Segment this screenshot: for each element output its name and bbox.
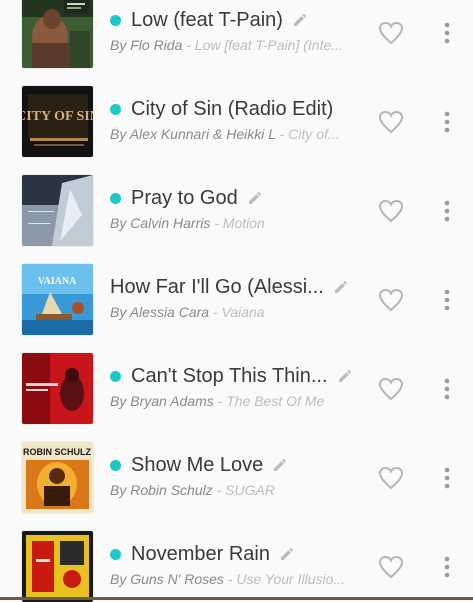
song-subtitle: By Alessia Cara - Vaiana [110, 304, 265, 320]
heart-outline-icon[interactable] [378, 466, 404, 490]
album-art-vaiana: VAIANA [22, 264, 93, 335]
art-lettering: VAIANA [38, 276, 77, 287]
now-playing-dot [110, 193, 121, 204]
heart-outline-icon[interactable] [378, 377, 404, 401]
edit-pencil-icon[interactable] [272, 457, 288, 473]
album-name: - Low [feat T-Pain] (Inte... [182, 37, 343, 53]
art-lettering: ROBIN SCHULZ [23, 447, 91, 457]
song-title: Low (feat T-Pain) [131, 9, 283, 32]
song-title: Show Me Love [131, 454, 263, 477]
album-art-pray-to-god [22, 175, 93, 246]
artist-name: By Flo Rida [110, 37, 182, 53]
album-art-sugar: ROBIN SCHULZ [22, 442, 93, 513]
edit-pencil-icon[interactable] [333, 279, 349, 295]
heart-outline-icon[interactable] [378, 199, 404, 223]
song-title: City of Sin (Radio Edit) [131, 98, 333, 121]
album-name: - The Best Of Me [214, 393, 324, 409]
now-playing-dot [110, 549, 121, 560]
more-vert-icon[interactable] [441, 21, 453, 45]
album-name: - Use Your Illusio... [224, 571, 345, 587]
more-vert-icon[interactable] [441, 110, 453, 134]
song-row[interactable]: ROBIN SCHULZ Show Me Love By Robin Schul… [0, 423, 473, 512]
song-row[interactable]: November Rain By Guns N' Roses - Use You… [0, 512, 473, 601]
album-art-best-of-me [22, 353, 93, 424]
now-playing-dot [110, 15, 121, 26]
song-subtitle: By Alex Kunnari & Heikki L - City of... [110, 126, 340, 142]
artist-name: By Guns N' Roses [110, 571, 224, 587]
edit-pencil-icon[interactable] [337, 368, 353, 384]
song-title: November Rain [131, 543, 270, 566]
edit-pencil-icon[interactable] [292, 12, 308, 28]
song-subtitle: By Calvin Harris - Motion [110, 215, 265, 231]
album-art-use-your-illusion [22, 531, 93, 602]
artist-name: By Alex Kunnari & Heikki L [110, 126, 276, 142]
art-lettering: CITY OF SIN [22, 109, 93, 124]
artist-name: By Calvin Harris [110, 215, 210, 231]
now-playing-dot [110, 104, 121, 115]
song-row[interactable]: Pray to God By Calvin Harris - Motion [0, 156, 473, 245]
song-row[interactable]: CITY OF SIN City of Sin (Radio Edit) By … [0, 67, 473, 156]
heart-outline-icon[interactable] [378, 110, 404, 134]
now-playing-dot [110, 371, 121, 382]
song-title: Can't Stop This Thin... [131, 365, 328, 388]
song-subtitle: By Flo Rida - Low [feat T-Pain] (Inte... [110, 37, 343, 53]
heart-outline-icon[interactable] [378, 555, 404, 579]
album-name: - Vaiana [209, 304, 265, 320]
song-subtitle: By Guns N' Roses - Use Your Illusio... [110, 571, 345, 587]
more-vert-icon[interactable] [441, 555, 453, 579]
song-row[interactable]: VAIANA How Far I'll Go (Alessi... By Ale… [0, 245, 473, 334]
song-list: Low (feat T-Pain) By Flo Rida - Low [fea… [0, 0, 473, 601]
album-name: - Motion [210, 215, 264, 231]
song-row[interactable]: Can't Stop This Thin... By Bryan Adams -… [0, 334, 473, 423]
song-subtitle: By Bryan Adams - The Best Of Me [110, 393, 324, 409]
album-art-city-of-sin: CITY OF SIN [22, 86, 93, 157]
song-title: Pray to God [131, 187, 238, 210]
more-vert-icon[interactable] [441, 199, 453, 223]
heart-outline-icon[interactable] [378, 288, 404, 312]
heart-outline-icon[interactable] [378, 21, 404, 45]
artist-name: By Robin Schulz [110, 482, 213, 498]
song-title: How Far I'll Go (Alessi... [110, 276, 324, 299]
edit-pencil-icon[interactable] [279, 546, 295, 562]
more-vert-icon[interactable] [441, 377, 453, 401]
album-name: - SUGAR [213, 482, 275, 498]
artist-name: By Bryan Adams [110, 393, 214, 409]
edit-pencil-icon[interactable] [247, 190, 263, 206]
more-vert-icon[interactable] [441, 466, 453, 490]
song-subtitle: By Robin Schulz - SUGAR [110, 482, 275, 498]
album-name: - City of... [276, 126, 340, 142]
more-vert-icon[interactable] [441, 288, 453, 312]
artist-name: By Alessia Cara [110, 304, 209, 320]
now-playing-dot [110, 460, 121, 471]
song-row[interactable]: Low (feat T-Pain) By Flo Rida - Low [fea… [0, 0, 473, 67]
album-art-low [22, 0, 93, 68]
